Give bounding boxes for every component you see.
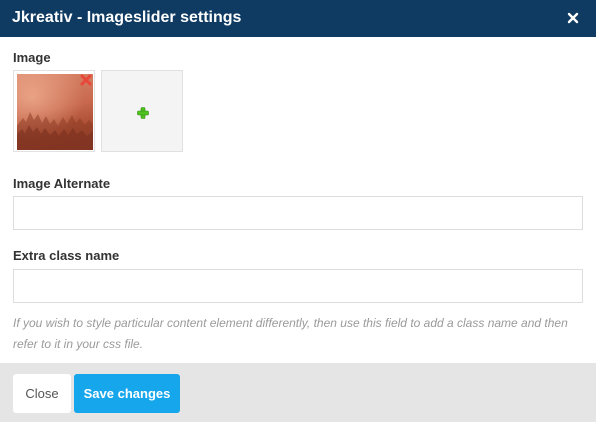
image-label: Image — [13, 50, 51, 65]
image-thumbnail[interactable] — [13, 70, 95, 152]
close-icon[interactable] — [564, 9, 582, 27]
image-alternate-input[interactable] — [13, 196, 583, 230]
remove-image-icon[interactable] — [80, 73, 92, 86]
plus-icon — [137, 106, 149, 119]
dialog-titlebar: Jkreativ - Imageslider settings — [0, 0, 596, 37]
dialog-footer: Close Save changes — [0, 363, 596, 422]
add-image-button[interactable] — [101, 70, 183, 152]
extra-class-label: Extra class name — [13, 248, 120, 263]
image-alternate-label: Image Alternate — [13, 176, 111, 191]
close-button[interactable]: Close — [13, 374, 71, 413]
extra-class-help-text: If you wish to style particular content … — [13, 316, 568, 351]
save-changes-button[interactable]: Save changes — [74, 374, 180, 413]
dialog-title: Jkreativ - Imageslider settings — [12, 9, 242, 26]
extra-class-input[interactable] — [13, 269, 583, 303]
